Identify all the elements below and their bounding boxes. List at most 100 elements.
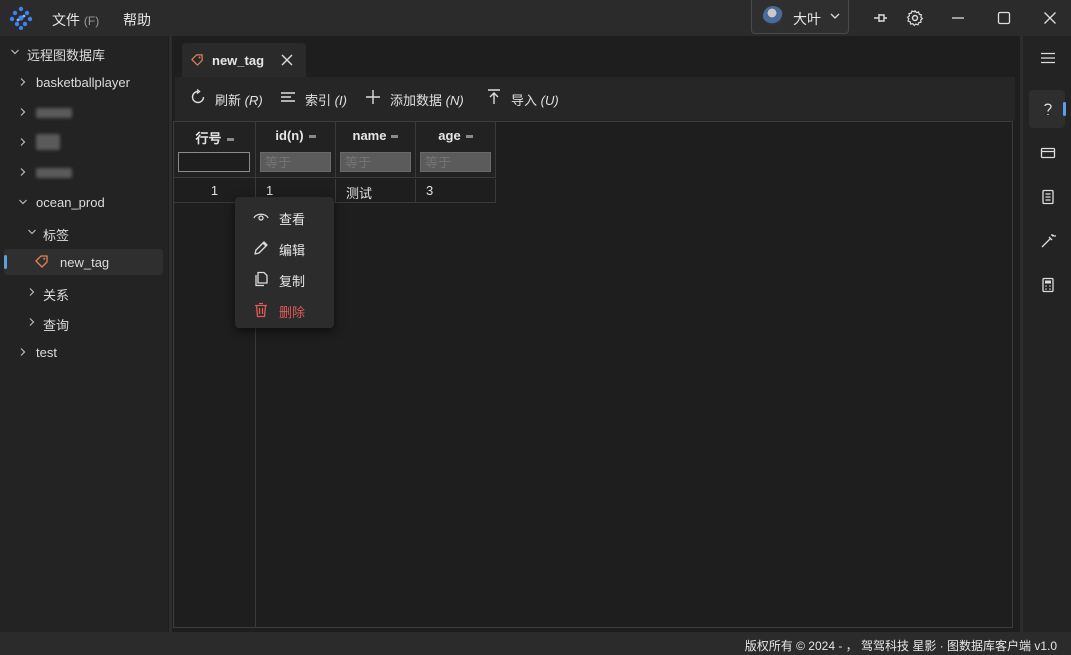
sidebar-item-root[interactable]: 远程图数据库 <box>0 39 168 65</box>
menu-help[interactable]: 帮助 <box>123 10 151 30</box>
sort-icon[interactable] <box>391 135 399 139</box>
sidebar-item-label: 查询 <box>43 318 70 333</box>
column-header-row-number[interactable]: 行号 <box>174 122 256 178</box>
chevron-right-icon <box>20 138 26 146</box>
copy-icon <box>255 271 268 287</box>
context-view-label: 查看 <box>279 212 306 227</box>
main-panel: new_tag 刷新 (R) 索引 (I) 添加数据 (N) 导入 (U) 行号 <box>172 36 1020 632</box>
document-list-icon[interactable] <box>1040 189 1056 205</box>
gear-icon[interactable] <box>906 9 924 27</box>
column-header-id[interactable]: id(n) <box>256 122 336 178</box>
chevron-right-icon <box>20 348 26 356</box>
chevron-down-icon <box>11 49 19 55</box>
sidebar-item-ocean-prod[interactable]: ocean_prod <box>0 189 168 215</box>
chevron-right-icon <box>20 168 26 176</box>
close-icon[interactable] <box>1041 9 1059 27</box>
chevron-right-icon <box>20 108 26 116</box>
sidebar-item-label: 标签 <box>43 228 70 243</box>
import-label: 导入 <box>511 93 538 108</box>
context-view[interactable]: 查看 <box>235 203 334 231</box>
sort-icon[interactable] <box>308 135 316 139</box>
redacted-label <box>36 108 72 118</box>
refresh-button[interactable]: 刷新 (R) <box>191 88 263 109</box>
help-icon[interactable] <box>1040 101 1056 117</box>
sidebar-item-redacted-3[interactable] <box>0 159 168 185</box>
chevron-down-icon <box>830 13 840 19</box>
column-header-age[interactable]: age <box>416 122 496 178</box>
magic-wand-icon[interactable] <box>1040 233 1056 249</box>
add-data-hotkey: (N) <box>445 93 464 108</box>
tag-icon <box>191 54 203 66</box>
chevron-right-icon <box>29 318 35 326</box>
user-menu-button[interactable]: 大叶 <box>751 0 849 34</box>
context-edit-label: 编辑 <box>279 243 306 258</box>
pin-icon[interactable] <box>871 9 889 27</box>
sidebar-item-test[interactable]: test <box>0 339 168 365</box>
context-copy-label: 复制 <box>279 274 306 289</box>
sidebar-item-label: test <box>36 345 57 360</box>
add-data-label: 添加数据 <box>390 93 443 108</box>
chevron-down-icon <box>28 229 36 235</box>
sidebar-item-redacted-2[interactable] <box>0 129 168 155</box>
maximize-icon[interactable] <box>995 9 1013 27</box>
add-data-button[interactable]: 添加数据 (N) <box>366 90 464 109</box>
tab-label: new_tag <box>212 53 265 68</box>
filter-input-name[interactable] <box>340 152 411 172</box>
sidebar-item-label: ocean_prod <box>36 195 105 210</box>
chevron-right-icon <box>29 288 35 296</box>
card-icon[interactable] <box>1040 145 1056 161</box>
tab-new-tag[interactable]: new_tag <box>182 43 306 77</box>
sidebar-item-tags[interactable]: 标签 <box>0 219 168 245</box>
index-hotkey: (I) <box>334 93 347 108</box>
sidebar-item-relations[interactable]: 关系 <box>0 279 168 305</box>
context-edit[interactable]: 编辑 <box>235 234 334 262</box>
avatar <box>763 6 783 26</box>
row-context-menu: 查看 编辑 复制 删除 <box>235 197 334 328</box>
sort-icon[interactable] <box>465 135 473 139</box>
hamburger-menu-icon[interactable] <box>1040 50 1056 66</box>
sidebar-item-redacted-1[interactable] <box>0 99 168 125</box>
context-copy[interactable]: 复制 <box>235 265 334 293</box>
context-delete[interactable]: 删除 <box>235 296 334 324</box>
tag-icon <box>35 255 48 268</box>
import-button[interactable]: 导入 (U) <box>488 89 559 109</box>
upload-icon <box>488 89 500 104</box>
pencil-icon <box>254 241 268 255</box>
menu-file-label: 文件 <box>52 12 80 28</box>
sort-icon[interactable] <box>226 138 234 142</box>
calculator-icon[interactable] <box>1040 277 1056 293</box>
column-title: id(n) <box>275 128 304 143</box>
user-name: 大叶 <box>793 11 821 27</box>
import-hotkey: (U) <box>540 93 559 108</box>
index-label: 索引 <box>305 93 332 108</box>
column-title: 行号 <box>195 131 222 146</box>
minimize-icon[interactable] <box>949 9 967 27</box>
sidebar-item-query[interactable]: 查询 <box>0 309 168 335</box>
sidebar-item-label: basketballplayer <box>36 75 130 90</box>
menu-file-hotkey: (F) <box>83 14 100 28</box>
title-bar: 文件 (F) 帮助 大叶 <box>0 0 1071 36</box>
redacted-label <box>36 134 60 150</box>
refresh-label: 刷新 <box>215 93 242 108</box>
context-delete-label: 删除 <box>279 305 306 320</box>
list-icon <box>281 92 295 102</box>
active-panel-indicator <box>1063 102 1066 116</box>
table-cell[interactable]: 测试 <box>336 179 416 203</box>
app-logo-icon <box>9 6 33 30</box>
menu-file[interactable]: 文件 (F) <box>52 10 99 30</box>
refresh-hotkey: (R) <box>244 93 263 108</box>
index-button[interactable]: 索引 (I) <box>281 90 347 109</box>
filter-input-id[interactable] <box>260 152 331 172</box>
filter-input-age[interactable] <box>420 152 491 172</box>
selection-indicator <box>4 255 7 269</box>
copyright-text: 版权所有 © 2024 - ， 驾驾科技 星影 · 图数据库客户端 v1.0 <box>744 639 1057 653</box>
column-title: name <box>352 128 387 143</box>
filter-input-row-number[interactable] <box>178 152 250 172</box>
column-title: age <box>438 128 461 143</box>
sidebar-item-new-tag[interactable]: new_tag <box>4 249 163 275</box>
sidebar-item-basketballplayer[interactable]: basketballplayer <box>0 69 168 95</box>
column-header-name[interactable]: name <box>336 122 416 178</box>
close-icon[interactable] <box>280 53 294 67</box>
table-cell[interactable]: 3 <box>416 179 496 203</box>
chevron-right-icon <box>20 78 26 86</box>
